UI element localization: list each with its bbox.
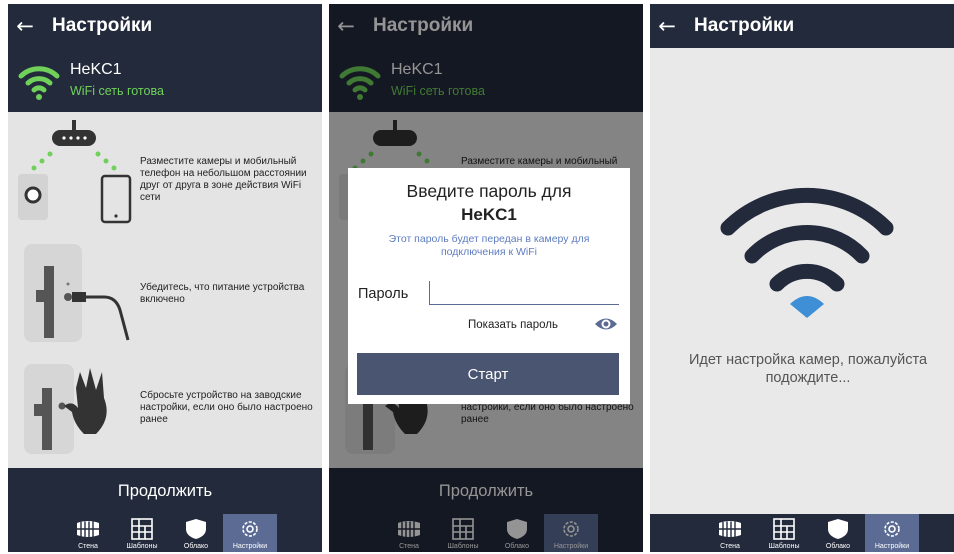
gear-icon (242, 521, 258, 537)
tab-wall[interactable]: Стена (61, 514, 115, 552)
app-header: ← Настройки (8, 4, 322, 48)
tab-label: Стена (720, 543, 740, 550)
eye-icon[interactable] (594, 315, 618, 333)
tab-label: Облако (183, 543, 209, 550)
dialog-note: Этот пароль будет передан в камеру для п… (388, 233, 590, 258)
dialog-network-name: HeKC1 (461, 205, 517, 224)
instruction-step-1: Разместите камеры и мобильный телефон на… (140, 156, 307, 203)
start-button[interactable]: Старт (357, 353, 619, 395)
show-password-label[interactable]: Показать пароль (468, 319, 558, 331)
screenshot-stage: ← Настройки HeKC1 WiFi сеть готова Разме… (0, 0, 954, 554)
tab-label: Настройки (232, 543, 268, 550)
bottom-tab-bar: Стена Шаблоны Облако Настройки (650, 514, 954, 552)
back-arrow-icon[interactable]: ← (8, 4, 42, 48)
tab-label: Шаблоны (768, 543, 800, 550)
router-phone-camera-illustration (18, 120, 132, 224)
network-banner: HeKC1 WiFi сеть готова (8, 48, 322, 112)
back-arrow-icon[interactable]: ← (650, 4, 684, 48)
tab-label: Настройки (874, 543, 910, 550)
dialog-title: Введите пароль для (406, 181, 572, 201)
wall-icon (719, 521, 741, 538)
tab-templates[interactable]: Шаблоны (115, 514, 169, 552)
password-screen: ← Настройки HeKC1 WiFi сеть готова Разме… (329, 4, 643, 552)
progress-screen: ← Настройки Идет настройка камер, пожалу… (650, 4, 954, 552)
tab-templates[interactable]: Шаблоны (757, 514, 811, 552)
gear-icon (884, 521, 900, 537)
instruction-step-3: Сбросьте устройство на заводские настрой… (140, 390, 313, 425)
network-status: WiFi сеть готова (70, 84, 164, 98)
tab-label: Облако (825, 543, 851, 550)
wall-icon (77, 521, 99, 538)
tab-cloud[interactable]: Облако (169, 514, 223, 552)
password-field[interactable] (429, 281, 619, 305)
cloud-shield-icon (828, 519, 848, 539)
tab-settings[interactable]: Настройки (223, 514, 277, 552)
page-title: Настройки (52, 15, 153, 36)
wifi-icon (18, 66, 60, 100)
progress-message: Идет настройка камер, пожалуйста подожди… (688, 352, 928, 386)
tab-label: Шаблоны (126, 543, 158, 550)
wifi-large-icon (720, 187, 894, 318)
reset-hand-illustration (24, 364, 107, 454)
network-ssid: HeKC1 (70, 61, 122, 78)
app-header: ← Настройки (650, 4, 954, 48)
password-label: Пароль (358, 286, 409, 302)
power-plug-illustration (24, 244, 130, 342)
continue-button[interactable]: Продолжить (8, 468, 322, 514)
bottom-tab-bar: Стена Шаблоны Облако Настройки (8, 514, 322, 552)
password-dialog: Введите пароль для HeKC1 Этот пароль буд… (348, 168, 630, 404)
templates-icon (131, 518, 153, 540)
setup-screen: ← Настройки HeKC1 WiFi сеть готова Разме… (8, 4, 322, 552)
tab-cloud[interactable]: Облако (811, 514, 865, 552)
instruction-step-2: Убедитесь, что питание устройства включе… (140, 282, 305, 305)
templates-icon (773, 518, 795, 540)
page-title: Настройки (694, 15, 795, 36)
tab-settings[interactable]: Настройки (865, 514, 919, 552)
tab-wall[interactable]: Стена (703, 514, 757, 552)
cloud-shield-icon (186, 519, 206, 539)
tab-label: Стена (78, 543, 98, 550)
instructions-list: Разместите камеры и мобильный телефон на… (8, 112, 322, 468)
